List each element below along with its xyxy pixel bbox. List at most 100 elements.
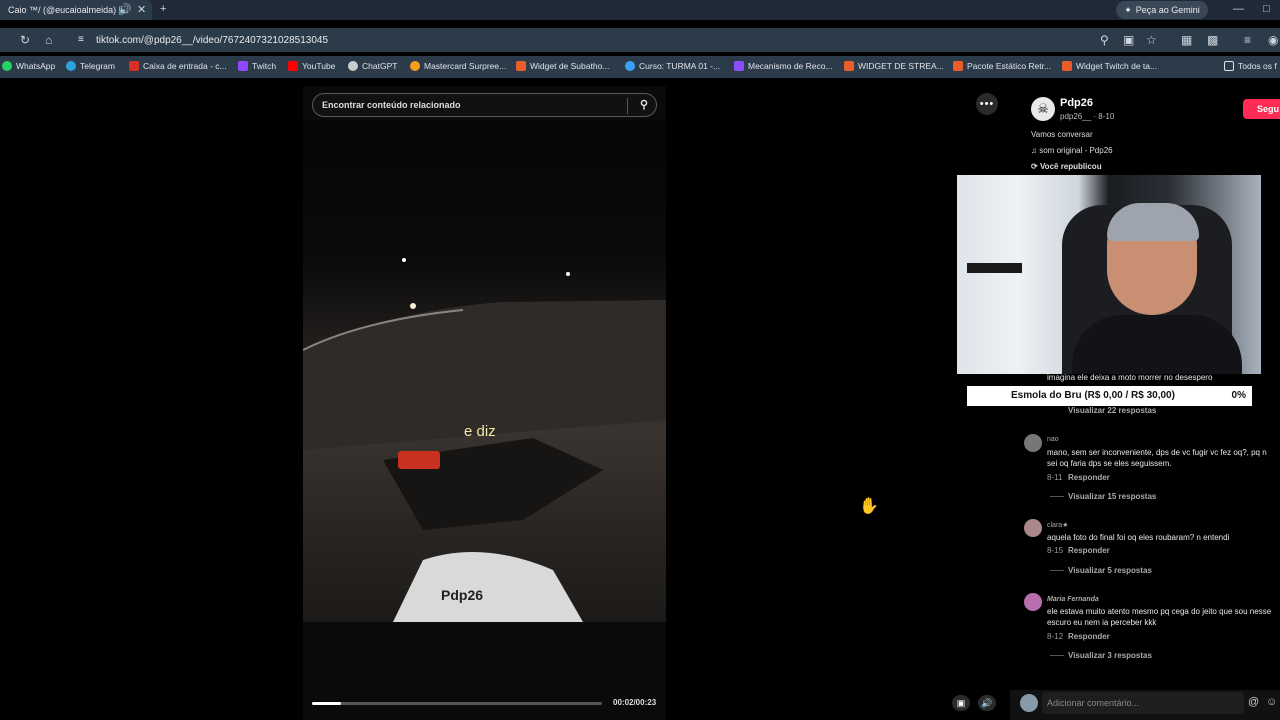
- extension-icon[interactable]: ▦: [1181, 33, 1192, 47]
- etsy-icon: [1062, 61, 1072, 71]
- author-handle: pdp26__ · 8-10: [1060, 112, 1115, 121]
- home-icon[interactable]: ⌂: [45, 33, 52, 47]
- tab-title: Caio ™/ (@eucaioalmeida) |: [8, 5, 122, 15]
- profile-icon[interactable]: ◉: [1268, 33, 1278, 47]
- author-name[interactable]: Pdp26: [1060, 97, 1093, 109]
- reply-button[interactable]: Responder: [1068, 546, 1110, 555]
- street-light: [566, 272, 570, 276]
- etsy-icon: [516, 61, 526, 71]
- video-progress-bar[interactable]: [312, 702, 602, 705]
- minimize-icon[interactable]: —: [1233, 3, 1244, 15]
- bookmark-widget-stream[interactable]: WIDGET DE STREA...: [844, 61, 944, 71]
- view-replies-button[interactable]: Visualizar 3 respostas: [1068, 651, 1152, 660]
- comment-text: mano, sem ser inconveniente, dps de vc f…: [1047, 448, 1267, 468]
- gemini-button[interactable]: ✦ Peça ao Gemini: [1116, 1, 1208, 19]
- comment-text: aquela foto do final foi oq eles roubara…: [1047, 533, 1230, 542]
- bookmark-curso[interactable]: Curso: TURMA 01 -...: [625, 61, 720, 71]
- bookmark-twitch[interactable]: Twitch: [238, 61, 276, 71]
- gemini-label: Peça ao Gemini: [1135, 5, 1200, 15]
- puzzle-icon[interactable]: ▩: [1207, 33, 1218, 47]
- sound-row[interactable]: ♫ som original - Pdp26: [1031, 146, 1113, 155]
- add-comment-input[interactable]: Adicionar comentário...: [1042, 692, 1244, 714]
- comment-avatar[interactable]: [1024, 519, 1042, 537]
- video-time: 00:02/00:23: [613, 698, 657, 707]
- maximize-icon[interactable]: □: [1263, 3, 1270, 15]
- video-scene: Pdp26: [303, 258, 666, 622]
- bookmark-pacote[interactable]: Pacote Estático Retr...: [953, 61, 1051, 71]
- related-search-input[interactable]: Encontrar conteúdo relacionado ⚲: [312, 93, 657, 117]
- volume-icon: 🔊: [981, 697, 993, 708]
- comment-user[interactable]: nao: [1047, 436, 1059, 443]
- speaker-icon[interactable]: 🔊: [118, 3, 132, 16]
- bookmark-youtube[interactable]: YouTube: [288, 61, 335, 71]
- video-player[interactable]: Pdp26: [303, 120, 666, 622]
- divider: [1050, 496, 1064, 497]
- bookmark-mastercard[interactable]: Mastercard Surpree...: [410, 61, 506, 71]
- divider: [1050, 655, 1064, 656]
- site-info-icon[interactable]: ≡: [78, 34, 84, 45]
- pip-button[interactable]: ▣: [952, 695, 970, 711]
- divider: [627, 98, 628, 114]
- search-icon[interactable]: ⚲: [640, 98, 648, 111]
- fuel-tank: [393, 552, 583, 622]
- view-replies-button[interactable]: Visualizar 5 respostas: [1068, 566, 1152, 575]
- bookmark-widget-twitch[interactable]: Widget Twitch de ta...: [1062, 61, 1157, 71]
- star-icon[interactable]: ☆: [1146, 33, 1157, 47]
- pip-icon: ▣: [956, 697, 966, 708]
- view-replies-button[interactable]: Visualizar 15 respostas: [1068, 492, 1156, 501]
- comment-date: 8-15: [1047, 546, 1064, 555]
- mecanismo-icon: [734, 61, 744, 71]
- video-description: Vamos conversar: [1031, 130, 1093, 139]
- volume-button[interactable]: 🔊: [978, 695, 996, 711]
- bookmark-whatsapp[interactable]: WhatsApp: [2, 61, 55, 71]
- whatsapp-icon: [2, 61, 12, 71]
- comment-date: 8-11: [1047, 473, 1063, 482]
- emoji-icon[interactable]: ☺: [1266, 696, 1277, 708]
- bookmarks-folder[interactable]: Todos os f: [1224, 61, 1277, 71]
- reply-button[interactable]: Responder: [1068, 632, 1110, 641]
- folder-icon: [1224, 61, 1234, 71]
- menu-lines-icon[interactable]: ≡: [1244, 33, 1251, 47]
- url-text: tiktok.com/@pdp26__/video/76724073210285…: [96, 34, 329, 46]
- comment-avatar[interactable]: [1024, 434, 1042, 452]
- search-placeholder: Encontrar conteúdo relacionado: [322, 100, 461, 110]
- webcam-overlay: [957, 175, 1261, 374]
- install-icon[interactable]: ▣: [1123, 33, 1134, 47]
- author-avatar[interactable]: ☠: [1031, 97, 1055, 121]
- comment-user[interactable]: clara★: [1047, 521, 1068, 529]
- reply-button[interactable]: Responder: [1068, 473, 1110, 482]
- music-note-icon: ♫: [1031, 146, 1037, 155]
- bookmark-chatgpt[interactable]: ChatGPT: [348, 61, 397, 71]
- streamer-cap: [1107, 203, 1199, 241]
- url-field[interactable]: ≡ tiktok.com/@pdp26__/video/767240732102…: [70, 28, 1170, 52]
- bookmark-telegram[interactable]: Telegram: [66, 61, 115, 71]
- new-tab-icon[interactable]: +: [160, 3, 166, 15]
- comment-avatar[interactable]: [1024, 593, 1042, 611]
- youtube-icon: [288, 61, 298, 71]
- hand-cursor-icon: ✋: [859, 498, 879, 515]
- video-caption: e diz: [464, 423, 496, 440]
- shelf: [967, 263, 1022, 273]
- reload-icon[interactable]: ↻: [20, 33, 30, 47]
- mention-icon[interactable]: @: [1248, 696, 1259, 708]
- comment-user[interactable]: Maria Fernanda: [1047, 596, 1099, 603]
- zoom-icon[interactable]: ⚲: [1100, 33, 1109, 47]
- bookmark-mecanismo[interactable]: Mecanismo de Reco...: [734, 61, 833, 71]
- more-options-button[interactable]: •••: [976, 93, 998, 115]
- chatgpt-icon: [348, 61, 358, 71]
- follow-button[interactable]: Segu: [1243, 99, 1280, 119]
- mastercard-icon: [410, 61, 420, 71]
- view-replies-partial[interactable]: Visualizar 22 respostas: [1068, 406, 1156, 415]
- tank-logo: Pdp26: [441, 587, 483, 603]
- speedometer: [398, 451, 440, 469]
- bookmark-widget-subathon[interactable]: Widget de Subatho...: [516, 61, 609, 71]
- goal-percent: 0%: [1231, 390, 1246, 401]
- video-progress-fill: [312, 702, 341, 705]
- etsy-icon: [953, 61, 963, 71]
- bookmark-gmail[interactable]: Caixa de entrada - c...: [129, 61, 227, 71]
- streamer-body: [1072, 315, 1242, 374]
- gmail-icon: [129, 61, 139, 71]
- telegram-icon: [66, 61, 76, 71]
- close-tab-icon[interactable]: ✕: [137, 3, 146, 16]
- bookmarks-bar: WhatsApp Telegram Caixa de entrada - c..…: [0, 56, 1280, 78]
